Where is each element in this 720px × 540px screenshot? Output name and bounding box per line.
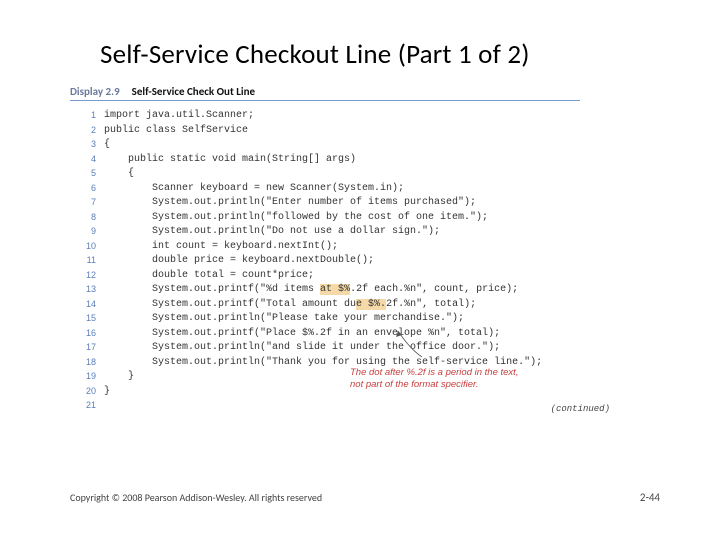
code-text: double price = keyboard.nextDouble(); — [104, 254, 374, 269]
code-line: 15 System.out.println("Please take your … — [70, 312, 580, 327]
code-text: System.out.printf("Total amount due $%.2… — [104, 298, 476, 313]
line-number: 2 — [70, 124, 104, 139]
code-text: import java.util.Scanner; — [104, 109, 254, 124]
line-number: 4 — [70, 153, 104, 168]
code-text: int count = keyboard.nextInt(); — [104, 240, 338, 255]
code-text: System.out.println("Enter number of item… — [104, 196, 476, 211]
code-figure: Display 2.9 Self-Service Check Out Line … — [70, 85, 580, 412]
code-line: 21 — [70, 399, 580, 412]
code-line: 16 System.out.printf("Place $%.2f in an … — [70, 327, 580, 342]
code-text: { — [104, 138, 110, 153]
line-number: 17 — [70, 341, 104, 356]
line-number: 16 — [70, 327, 104, 342]
line-number: 13 — [70, 283, 104, 298]
highlight: at $% — [320, 284, 350, 295]
callout-arrow — [392, 327, 424, 359]
code-line: 11 double price = keyboard.nextDouble(); — [70, 254, 580, 269]
continued-label: (continued) — [551, 403, 610, 416]
display-caption: Self-Service Check Out Line — [132, 85, 255, 98]
code-line: 4 public static void main(String[] args) — [70, 153, 580, 168]
copyright-footer: Copyright © 2008 Pearson Addison-Wesley.… — [70, 491, 322, 504]
code-text: public static void main(String[] args) — [104, 153, 356, 168]
code-text: { — [104, 167, 134, 182]
code-line: 6 Scanner keyboard = new Scanner(System.… — [70, 182, 580, 197]
code-text: System.out.println("Please take your mer… — [104, 312, 464, 327]
line-number: 15 — [70, 312, 104, 327]
code-line: 1import java.util.Scanner; — [70, 109, 580, 124]
code-text: System.out.println("Do not use a dollar … — [104, 225, 440, 240]
page-number: 2-44 — [640, 491, 660, 504]
display-header: Display 2.9 Self-Service Check Out Line — [70, 85, 580, 101]
line-number: 6 — [70, 182, 104, 197]
code-line: 2public class SelfService — [70, 124, 580, 139]
line-number: 8 — [70, 211, 104, 226]
code-text: System.out.println("and slide it under t… — [104, 341, 500, 356]
code-listing: 1import java.util.Scanner;2public class … — [70, 109, 580, 412]
line-number: 11 — [70, 254, 104, 269]
line-number: 12 — [70, 269, 104, 284]
line-number: 3 — [70, 138, 104, 153]
line-number: 7 — [70, 196, 104, 211]
line-number: 10 — [70, 240, 104, 255]
line-number: 1 — [70, 109, 104, 124]
code-line: 12 double total = count*price; — [70, 269, 580, 284]
code-text: System.out.printf("Place $%.2f in an env… — [104, 327, 500, 342]
code-line: 3{ — [70, 138, 580, 153]
code-line: 9 System.out.println("Do not use a dolla… — [70, 225, 580, 240]
line-number: 9 — [70, 225, 104, 240]
line-number: 19 — [70, 370, 104, 385]
display-number: Display 2.9 — [70, 85, 120, 98]
code-text: } — [104, 385, 110, 400]
code-line: 14 System.out.printf("Total amount due $… — [70, 298, 580, 313]
code-line: 13 System.out.printf("%d items at $%.2f … — [70, 283, 580, 298]
code-text: } — [104, 370, 134, 385]
line-number: 18 — [70, 356, 104, 371]
line-number: 14 — [70, 298, 104, 313]
code-text: System.out.println("followed by the cost… — [104, 211, 488, 226]
code-text: Scanner keyboard = new Scanner(System.in… — [104, 182, 404, 197]
code-line: 10 int count = keyboard.nextInt(); — [70, 240, 580, 255]
code-line: 8 System.out.println("followed by the co… — [70, 211, 580, 226]
code-text: System.out.printf("%d items at $%.2f eac… — [104, 283, 518, 298]
line-number: 20 — [70, 385, 104, 400]
line-number: 21 — [70, 399, 104, 412]
code-line: 7 System.out.println("Enter number of it… — [70, 196, 580, 211]
line-number: 5 — [70, 167, 104, 182]
code-text: public class SelfService — [104, 124, 248, 139]
code-line: 5 { — [70, 167, 580, 182]
page-title: Self-Service Checkout Line (Part 1 of 2) — [100, 38, 530, 71]
code-line: 17 System.out.println("and slide it unde… — [70, 341, 580, 356]
annotation-callout: The dot after %.2f is a period in the te… — [350, 367, 525, 390]
code-text: double total = count*price; — [104, 269, 314, 284]
highlight: e $%. — [356, 299, 386, 310]
